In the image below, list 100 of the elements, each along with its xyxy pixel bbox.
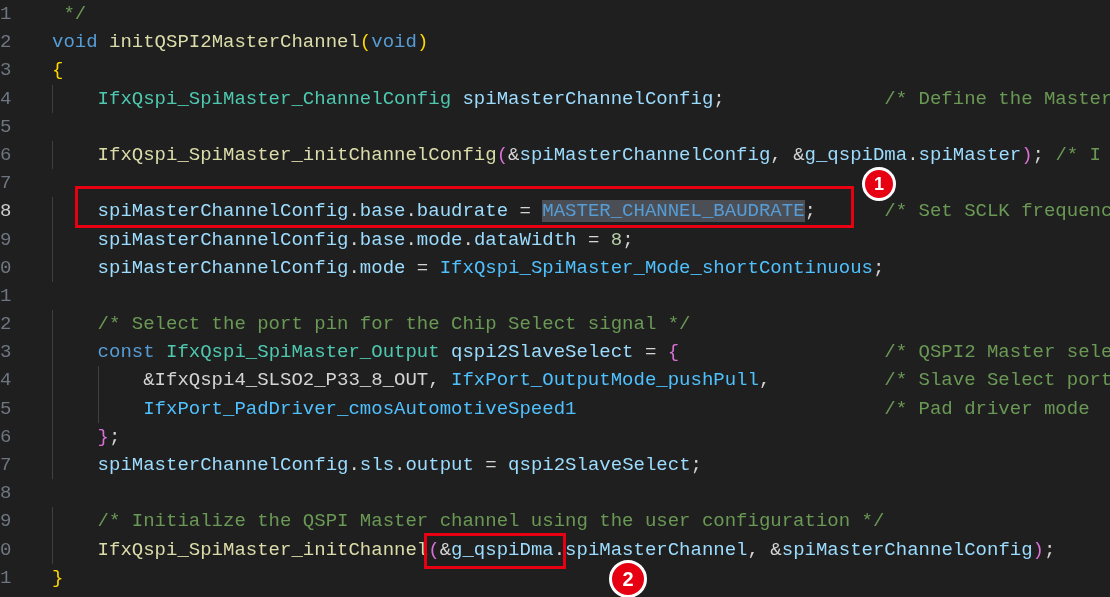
code-token: spiMasterChannel xyxy=(565,538,748,561)
code-token: g_qspiDma xyxy=(451,538,554,561)
code-token: = xyxy=(643,341,658,364)
code-token: MASTER_CHANNEL_BAUDRATE xyxy=(542,200,805,223)
code-token: spiMasterChannelConfig xyxy=(462,87,714,110)
code-token: { xyxy=(52,59,64,82)
code-token: ( xyxy=(359,31,372,54)
code-token: qspi2SlaveSelect xyxy=(451,341,634,364)
line-number: 2 xyxy=(0,30,13,56)
code-token: ; xyxy=(872,256,885,279)
line-number: 8 xyxy=(0,199,13,225)
code-token: IfxPort_PadDriver_cmosAutomotiveSpeed1 xyxy=(143,397,577,420)
code-token: . xyxy=(348,228,360,251)
code-token: ; xyxy=(1032,143,1044,166)
code-token: ; xyxy=(622,228,634,251)
code-token: . xyxy=(405,200,417,223)
code-token: = xyxy=(415,256,430,279)
line-number: 9 xyxy=(0,227,13,253)
code-token: base xyxy=(359,200,406,223)
code-token: , & xyxy=(770,143,805,166)
code-token: } xyxy=(52,566,64,589)
code-token: ; xyxy=(713,87,725,110)
code-token: spiMasterChannelConfig xyxy=(97,200,349,223)
code-token: &IfxQspi4_SLSO2_P33_8_OUT, xyxy=(143,369,441,392)
code-token: & xyxy=(508,143,520,166)
line-number: 1 xyxy=(0,565,13,591)
code-token: 8 xyxy=(610,228,623,251)
code-token: . xyxy=(394,454,406,476)
code-comment: /* Define the Master xyxy=(884,86,1110,112)
code-token: spiMaster xyxy=(918,143,1022,166)
code-token: ) xyxy=(1021,143,1033,166)
code-token: qspi2SlaveSelect xyxy=(508,454,691,476)
code-token: mode xyxy=(359,256,406,279)
code-token: spiMasterChannelConfig xyxy=(781,538,1033,561)
code-comment: */ xyxy=(62,3,87,25)
code-token: { xyxy=(667,341,680,364)
code-token: IfxQspi_SpiMaster_initChannel xyxy=(97,538,429,561)
code-token: IfxQspi_SpiMaster_ChannelConfig xyxy=(97,87,453,110)
code-token: = xyxy=(484,454,498,476)
code-comment: /* Select the port pin for the Chip Select signal */ xyxy=(97,313,691,336)
line-number: 4 xyxy=(0,86,13,112)
code-token: baudrate xyxy=(416,200,509,223)
code-token: ; xyxy=(109,425,121,448)
code-token: . xyxy=(553,538,566,561)
code-token: spiMasterChannelConfig xyxy=(97,454,349,476)
code-token: = xyxy=(586,228,601,251)
code-token: dataWidth xyxy=(473,228,577,251)
code-token: } xyxy=(97,425,109,448)
code-token: spiMasterChannelConfig xyxy=(519,143,771,166)
code-token: . xyxy=(348,454,360,476)
line-number: 7 xyxy=(0,171,13,197)
line-number: 0 xyxy=(0,537,13,563)
code-token: ; xyxy=(1044,538,1056,561)
code-token: . xyxy=(462,228,474,251)
code-token: ( xyxy=(428,538,440,561)
code-comment: /* Initialize the QSPI Master channel using the user configuration */ xyxy=(97,510,885,533)
code-token: const xyxy=(97,341,156,364)
code-token: & xyxy=(439,538,452,561)
line-number: 5 xyxy=(0,396,13,422)
code-token: . xyxy=(348,256,360,279)
code-token: . xyxy=(907,143,919,166)
code-token: . xyxy=(405,228,417,251)
code-token: base xyxy=(359,228,406,251)
code-token: output xyxy=(405,454,474,476)
code-token: . xyxy=(348,200,360,223)
code-token: g_qspiDma xyxy=(804,143,908,166)
line-number: 1 xyxy=(0,2,13,27)
line-number: 5 xyxy=(0,114,13,140)
number-badge: 2 xyxy=(609,560,647,597)
code-token: void xyxy=(52,31,99,54)
code-token: mode xyxy=(416,228,463,251)
line-number: 2 xyxy=(0,312,13,338)
code-token: IfxQspi_SpiMaster_Output xyxy=(166,341,441,364)
number-badge: 1 xyxy=(862,167,896,201)
line-number: 6 xyxy=(0,424,13,450)
code-comment: /* Slave Select port xyxy=(884,368,1110,394)
code-token: , & xyxy=(747,538,782,561)
code-token: ) xyxy=(416,31,429,54)
code-token: ) xyxy=(1032,538,1044,561)
line-number: 4 xyxy=(0,368,13,394)
code-token: IfxQspi_SpiMaster_Mode_shortContinuous xyxy=(439,256,873,279)
code-token: ( xyxy=(496,143,509,166)
line-number: 6 xyxy=(0,142,13,168)
line-number: 7 xyxy=(0,453,13,478)
code-token: sls xyxy=(359,454,395,476)
code-token: , xyxy=(758,369,771,392)
code-token: initQSPI2MasterChannel xyxy=(109,31,360,54)
code-token: ; xyxy=(804,200,816,223)
code-comment: /* I xyxy=(1055,142,1101,168)
code-token: spiMasterChannelConfig xyxy=(97,256,349,279)
line-number: 0 xyxy=(0,255,13,281)
code-token: ; xyxy=(690,454,702,476)
line-number: 3 xyxy=(0,340,13,366)
line-number: 1 xyxy=(0,283,13,309)
line-number: 8 xyxy=(0,481,13,507)
code-token: IfxQspi_SpiMaster_initChannelConfig xyxy=(97,143,497,166)
code-token: void xyxy=(371,31,417,54)
code-comment: /* Pad driver mode xyxy=(884,396,1090,422)
line-number: 3 xyxy=(0,58,13,84)
code-token: spiMasterChannelConfig xyxy=(97,228,349,251)
